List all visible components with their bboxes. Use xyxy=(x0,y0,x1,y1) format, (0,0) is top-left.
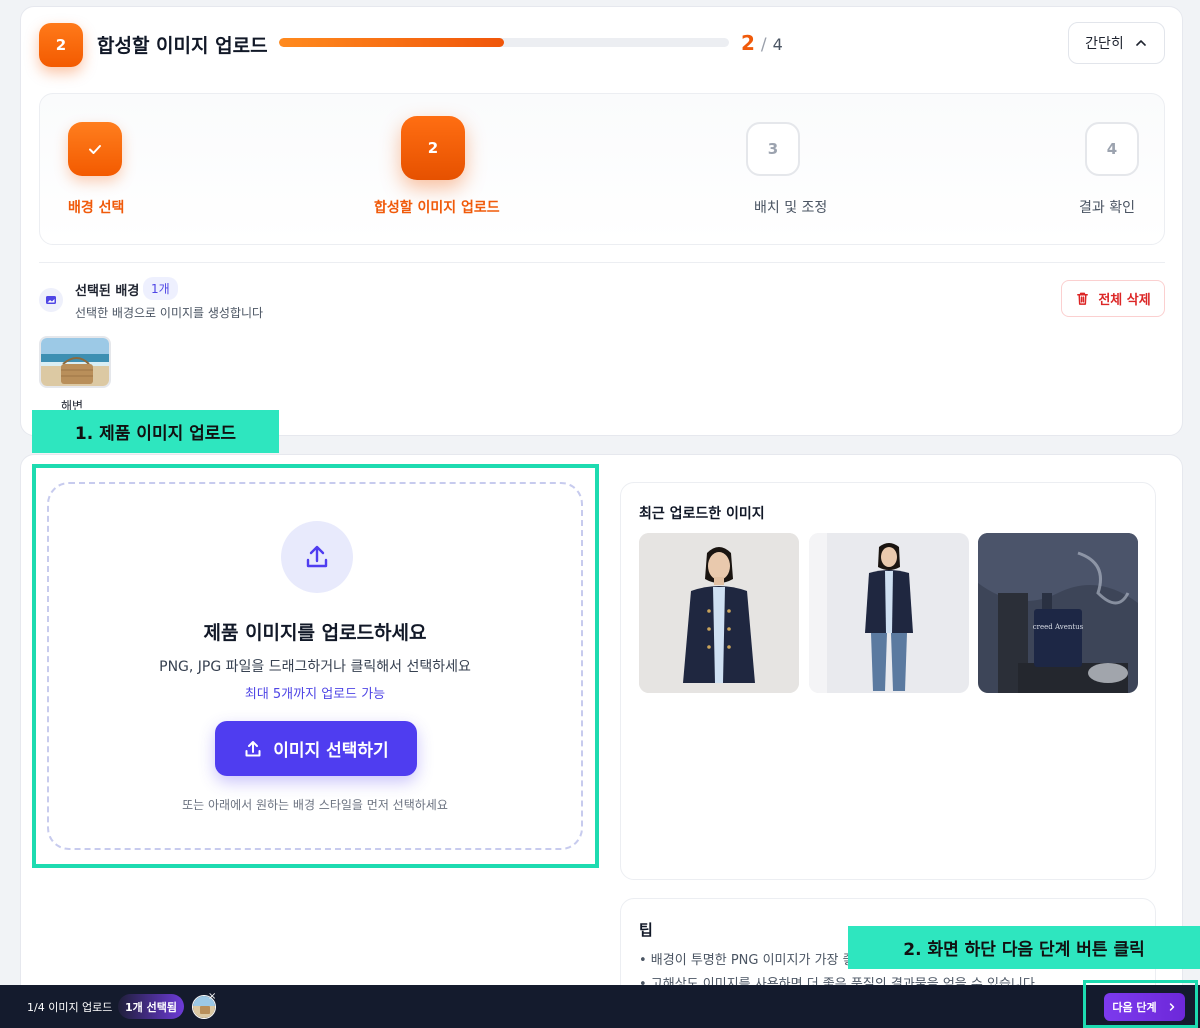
check-icon xyxy=(89,145,101,154)
recent-uploads-title: 최근 업로드한 이미지 xyxy=(639,506,765,522)
trash-icon xyxy=(1077,292,1089,305)
progress-fill xyxy=(279,38,504,47)
delete-all-label: 전체 삭제 xyxy=(1098,293,1151,308)
stepper: 배경 선택 2 합성할 이미지 업로드 3 배치 및 조정 4 결과 확인 xyxy=(39,93,1165,245)
step-todo-circle: 4 xyxy=(1085,122,1139,176)
bottom-action-bar: 1/4 이미지 업로드 1개 선택됨 × xyxy=(0,985,1200,1028)
step-active-circle: 2 xyxy=(401,116,465,180)
step-label: 배치 및 조정 xyxy=(754,200,828,216)
step-label: 결과 확인 xyxy=(1079,200,1135,216)
collapse-label: 간단히 xyxy=(1085,36,1124,52)
chevron-right-icon xyxy=(1169,1003,1174,1011)
chevron-up-icon xyxy=(1136,40,1146,46)
remove-icon[interactable]: × xyxy=(208,991,216,1002)
step-done-circle xyxy=(68,122,122,176)
selected-bg-count-badge: 1개 xyxy=(143,277,178,300)
next-step-label: 다음 단계 xyxy=(1112,1001,1157,1014)
callout-upload-instruction: 1. 제품 이미지 업로드 xyxy=(32,410,279,453)
select-image-label: 이미지 선택하기 xyxy=(273,741,389,761)
image-icon xyxy=(39,288,63,312)
bottom-step-label: 1/4 이미지 업로드 xyxy=(27,1001,113,1014)
step-label: 배경 선택 xyxy=(68,200,125,216)
selected-bg-subtitle: 선택한 배경으로 이미지를 생성합니다 xyxy=(75,306,264,320)
recent-uploads-panel: 최근 업로드한 이미지 creed Aventus xyxy=(620,482,1156,880)
collapse-button[interactable]: 간단히 xyxy=(1068,22,1165,64)
upload-title: 제품 이미지를 업로드하세요 xyxy=(203,622,427,644)
step-counter-separator: / xyxy=(760,35,767,55)
upload-hint: 또는 아래에서 원하는 배경 스타일을 먼저 선택하세요 xyxy=(182,798,448,812)
step-todo-circle: 3 xyxy=(746,122,800,176)
next-step-button[interactable]: 다음 단계 xyxy=(1104,993,1185,1021)
selected-bg-title: 선택된 배경 xyxy=(75,284,140,299)
upload-subtitle: PNG, JPG 파일을 드래그하거나 클릭해서 선택하세요 xyxy=(159,659,471,675)
step-counter-total: 4 xyxy=(772,35,783,54)
recent-image-2[interactable] xyxy=(809,533,969,693)
page-title: 합성할 이미지 업로드 xyxy=(97,35,268,57)
callout-next-instruction: 2. 화면 하단 다음 단계 버튼 클릭 xyxy=(848,926,1200,969)
current-step-badge: 2 xyxy=(39,23,83,67)
recent-image-1[interactable] xyxy=(639,533,799,693)
step-counter-current: 2 xyxy=(741,31,755,55)
upload-dropzone[interactable]: 제품 이미지를 업로드하세요 PNG, JPG 파일을 드래그하거나 클릭해서 … xyxy=(47,482,583,850)
delete-all-button[interactable]: 전체 삭제 xyxy=(1061,280,1165,317)
background-thumbnail-beach[interactable] xyxy=(39,336,111,388)
select-image-button[interactable]: 이미지 선택하기 xyxy=(215,721,417,776)
divider xyxy=(39,262,1165,263)
upload-icon xyxy=(245,740,261,756)
upload-step-card: 2 합성할 이미지 업로드 2/4 간단히 배경 선택 2 합성할 이미지 업로… xyxy=(20,6,1183,436)
upload-icon xyxy=(281,521,353,593)
step-label: 합성할 이미지 업로드 xyxy=(374,200,500,216)
progress-bar xyxy=(279,38,729,47)
tip-item: • 배경이 투명한 PNG 이미지가 가장 좋 xyxy=(639,953,855,968)
recent-image-3[interactable]: creed Aventus xyxy=(978,533,1138,693)
step-counter: 2/ 4 xyxy=(741,31,783,55)
selected-count-pill: 1개 선택됨 xyxy=(118,994,184,1019)
bottle-label: creed Aventus xyxy=(1033,623,1084,631)
upload-max-note: 최대 5개까지 업로드 가능 xyxy=(244,687,386,702)
tips-title: 팁 xyxy=(639,921,653,939)
